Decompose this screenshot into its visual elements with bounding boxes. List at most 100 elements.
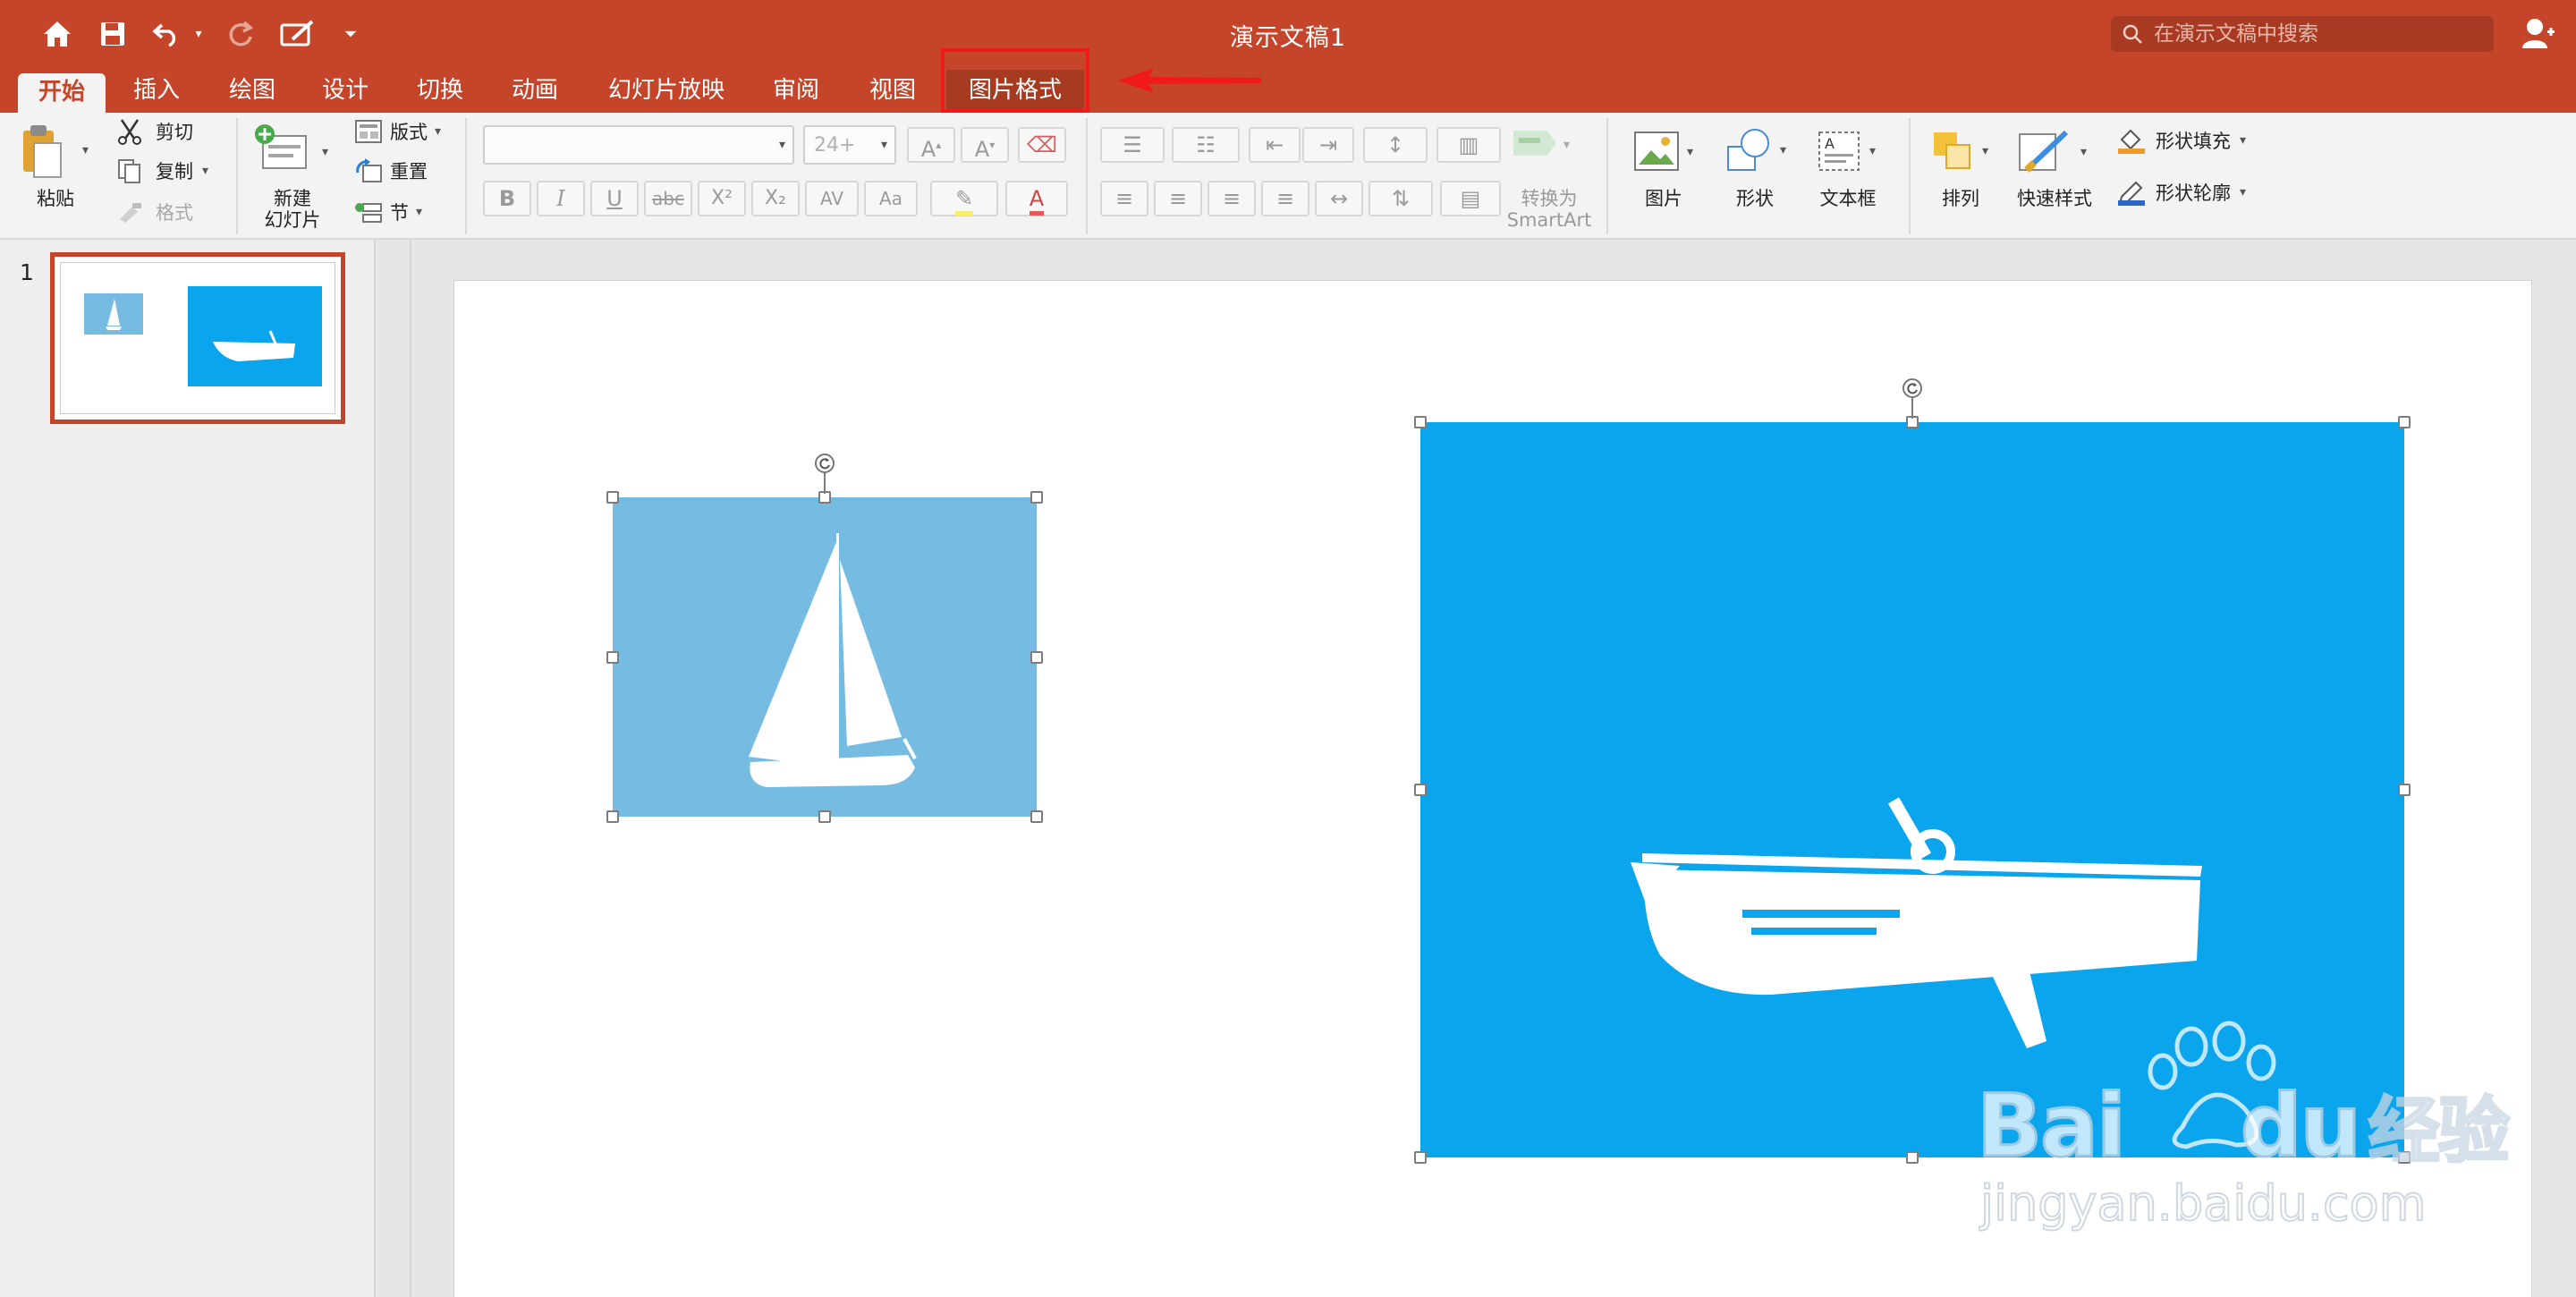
distribute-icon[interactable]: ↔ <box>1315 181 1363 216</box>
picture-button[interactable]: 图片 <box>1635 188 1692 209</box>
shape-button[interactable]: 形状 <box>1726 188 1784 209</box>
font-size-dropdown-icon[interactable]: ▾ <box>881 138 887 152</box>
decrease-indent-icon[interactable]: ⇤ <box>1249 127 1301 163</box>
sailboat-picture[interactable] <box>613 497 1037 817</box>
shape-dropdown-icon[interactable]: ▾ <box>1780 143 1786 157</box>
search-input[interactable] <box>2154 22 2494 46</box>
undo-dropdown-icon[interactable]: ▾ <box>188 13 209 55</box>
convert-smartart-dropdown-icon[interactable]: ▾ <box>1563 138 1570 152</box>
textbox-icon[interactable]: A ▾ <box>1816 129 1876 174</box>
section-dropdown-icon[interactable]: ▾ <box>416 205 422 219</box>
columns-icon[interactable]: ▥ <box>1436 127 1501 163</box>
resize-handle-se[interactable] <box>1030 810 1043 823</box>
align-left-icon[interactable]: ≡ <box>1100 181 1148 216</box>
font-color-icon[interactable]: A <box>1005 181 1068 216</box>
tab-view[interactable]: 视图 <box>855 70 930 113</box>
clear-formatting-icon[interactable]: ⌫ <box>1018 127 1066 163</box>
shape-fill-dropdown-icon[interactable]: ▾ <box>2240 133 2246 148</box>
tab-home[interactable]: 开始 <box>18 73 106 113</box>
tab-draw[interactable]: 绘图 <box>215 70 290 113</box>
bold-icon[interactable]: B <box>483 181 531 216</box>
resize-handle-sw[interactable] <box>1414 1151 1427 1164</box>
textbox-dropdown-icon[interactable]: ▾ <box>1869 144 1876 158</box>
shape-outline-dropdown-icon[interactable]: ▾ <box>2240 185 2246 199</box>
paste-dropdown-icon[interactable]: ▾ <box>82 143 89 157</box>
textbox-button[interactable]: 文本框 <box>1812 188 1884 209</box>
line-spacing-icon[interactable]: ↕ <box>1363 127 1428 163</box>
tab-design[interactable]: 设计 <box>308 70 383 113</box>
cut-button[interactable]: 剪切 <box>116 118 193 145</box>
new-slide-dropdown-icon[interactable]: ▾ <box>322 145 328 159</box>
arrange-dropdown-icon[interactable]: ▾ <box>1982 144 1988 158</box>
slide-thumbnail[interactable] <box>50 252 345 424</box>
underline-icon[interactable]: U <box>590 181 639 216</box>
copy-button[interactable]: 复制 ▾ <box>116 157 208 184</box>
resize-handle-s[interactable] <box>818 810 831 823</box>
font-name-field[interactable]: ▾ <box>483 125 794 165</box>
strikethrough-icon[interactable]: abc <box>644 181 692 216</box>
picture-dropdown-icon[interactable]: ▾ <box>1687 145 1693 159</box>
paste-button[interactable]: 粘贴 <box>27 188 84 209</box>
save-icon[interactable] <box>95 13 131 55</box>
layout-button[interactable]: 版式 ▾ <box>354 118 441 145</box>
edit-icon[interactable] <box>277 13 318 55</box>
resize-handle-nw[interactable] <box>1414 416 1427 428</box>
superscript-icon[interactable]: X² <box>698 181 746 216</box>
shape-outline-button[interactable]: 形状轮廓 ▾ <box>2116 179 2246 206</box>
resize-handle-e[interactable] <box>2398 784 2411 796</box>
rotate-handle-icon[interactable] <box>1902 377 1923 399</box>
resize-handle-sw[interactable] <box>606 810 619 823</box>
font-size-field[interactable]: 24+ ▾ <box>803 125 896 165</box>
paste-icon[interactable] <box>20 122 64 181</box>
italic-icon[interactable]: I <box>537 181 585 216</box>
resize-handle-ne[interactable] <box>1030 491 1043 504</box>
tab-slideshow[interactable]: 幻灯片放映 <box>601 70 732 113</box>
convert-smartart-button[interactable]: 转换为 SmartArt <box>1503 188 1596 231</box>
resize-handle-ne[interactable] <box>2398 416 2411 428</box>
rotate-handle-icon[interactable] <box>814 453 835 474</box>
tab-insert[interactable]: 插入 <box>116 70 197 113</box>
new-slide-button[interactable]: 新建 幻灯片 <box>256 188 329 231</box>
picture-icon[interactable]: ▾ <box>1633 131 1693 174</box>
increase-indent-icon[interactable]: ⇥ <box>1302 127 1354 163</box>
quick-styles-icon[interactable]: ▾ <box>2018 129 2087 175</box>
search-box[interactable] <box>2111 16 2494 52</box>
subscript-icon[interactable]: X₂ <box>751 181 800 216</box>
align-text-icon[interactable]: ▤ <box>1440 181 1501 216</box>
tab-animations[interactable]: 动画 <box>497 70 572 113</box>
format-painter-button[interactable]: 格式 <box>116 199 193 225</box>
character-spacing-icon[interactable]: AV <box>805 181 859 216</box>
change-case-icon[interactable]: Aa <box>864 181 918 216</box>
undo-icon[interactable] <box>148 13 184 55</box>
home-icon[interactable] <box>39 13 75 55</box>
justify-icon[interactable]: ≡ <box>1261 181 1309 216</box>
copy-dropdown-icon[interactable]: ▾ <box>202 164 208 178</box>
resize-handle-w[interactable] <box>606 651 619 664</box>
tab-transitions[interactable]: 切换 <box>402 70 478 113</box>
font-name-dropdown-icon[interactable]: ▾ <box>779 138 785 152</box>
tab-review[interactable]: 审阅 <box>758 70 834 113</box>
section-button[interactable]: 节 ▾ <box>354 199 422 225</box>
arrange-button[interactable]: 排列 <box>1932 188 1989 209</box>
increase-font-icon[interactable]: A▴ <box>907 127 955 163</box>
quick-styles-button[interactable]: 快速样式 <box>2012 188 2097 209</box>
customize-toolbar-icon[interactable]: ⏷ <box>340 13 361 55</box>
shape-icon[interactable]: ▾ <box>1724 127 1786 174</box>
decrease-font-icon[interactable]: A▾ <box>961 127 1009 163</box>
reset-button[interactable]: 重置 <box>354 157 428 184</box>
highlight-color-icon[interactable]: ✎ <box>930 181 998 216</box>
quick-styles-dropdown-icon[interactable]: ▾ <box>2080 145 2087 159</box>
align-right-icon[interactable]: ≡ <box>1208 181 1256 216</box>
resize-handle-e[interactable] <box>1030 651 1043 664</box>
layout-dropdown-icon[interactable]: ▾ <box>435 124 441 139</box>
arrange-icon[interactable]: ▾ <box>1930 129 1988 174</box>
account-icon[interactable] <box>2521 16 2556 55</box>
align-center-icon[interactable]: ≡ <box>1154 181 1202 216</box>
numbering-icon[interactable]: ☷ <box>1172 127 1240 163</box>
new-slide-icon[interactable] <box>254 123 309 174</box>
text-direction-icon[interactable]: ⇅ <box>1368 181 1433 216</box>
convert-smartart-icon[interactable]: ▾ <box>1512 125 1570 165</box>
resize-handle-nw[interactable] <box>606 491 619 504</box>
bullets-icon[interactable]: ☰ <box>1100 127 1165 163</box>
resize-handle-s[interactable] <box>1906 1151 1919 1164</box>
